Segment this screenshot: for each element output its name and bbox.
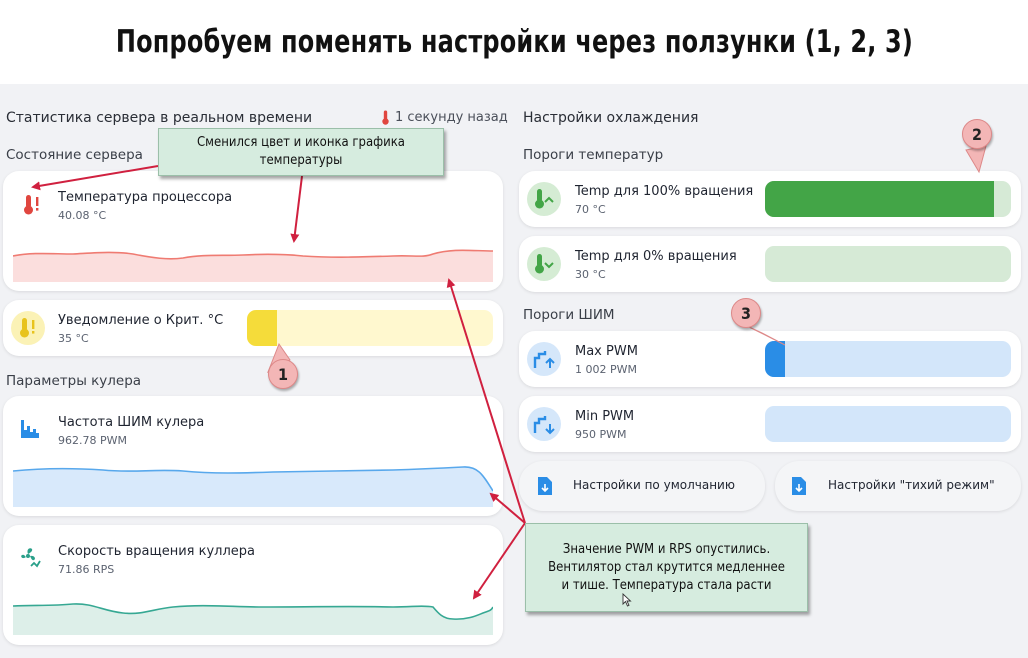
step-badge-3: 3: [731, 298, 761, 328]
mouse-cursor-icon: [622, 593, 632, 607]
callout-pwm-drop: Значение PWM и RPS опустились. Вентилято…: [525, 523, 808, 612]
callout-temp-change: Сменился цвет и иконка графика температу…: [158, 128, 444, 176]
step-badge-1: 1: [268, 359, 298, 389]
annotation-arrows: [31, 145, 987, 600]
step-badge-2: 2: [962, 119, 992, 149]
